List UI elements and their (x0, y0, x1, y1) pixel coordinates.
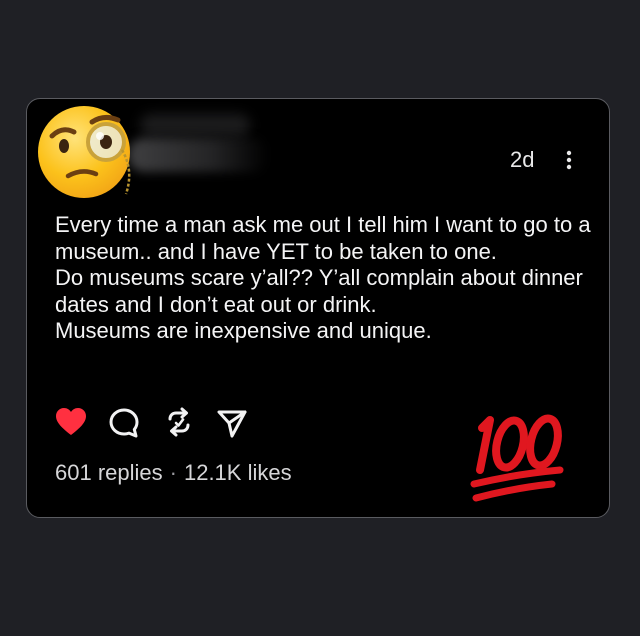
stats-separator: · (169, 460, 177, 485)
post-text-line: Museums are inexpensive and unique. (55, 318, 432, 343)
reply-icon[interactable] (107, 406, 141, 440)
post-body: Every time a man ask me out I tell him I… (55, 212, 600, 345)
hundred-points-icon (470, 414, 564, 502)
heart-icon[interactable] (54, 405, 88, 439)
engagement-stats: 601 replies · 12.1K likes (55, 459, 292, 487)
more-options-icon[interactable] (561, 148, 577, 172)
post-time: 2d (510, 147, 535, 172)
post-text-line: Do museums scare y’all?? Y’all complain … (55, 265, 589, 317)
face-with-monocle-icon (38, 106, 131, 198)
screen: 2d Every time a man ask me out I tell hi… (0, 0, 640, 636)
like-count[interactable]: 12.1K likes (184, 460, 292, 485)
send-icon[interactable] (215, 406, 249, 440)
username-redaction-blur (128, 138, 268, 172)
post-text-line: Every time a man ask me out I tell him I… (55, 212, 597, 264)
username-redaction (140, 114, 250, 136)
reply-count[interactable]: 601 replies (55, 460, 163, 485)
repost-icon[interactable] (162, 405, 196, 439)
